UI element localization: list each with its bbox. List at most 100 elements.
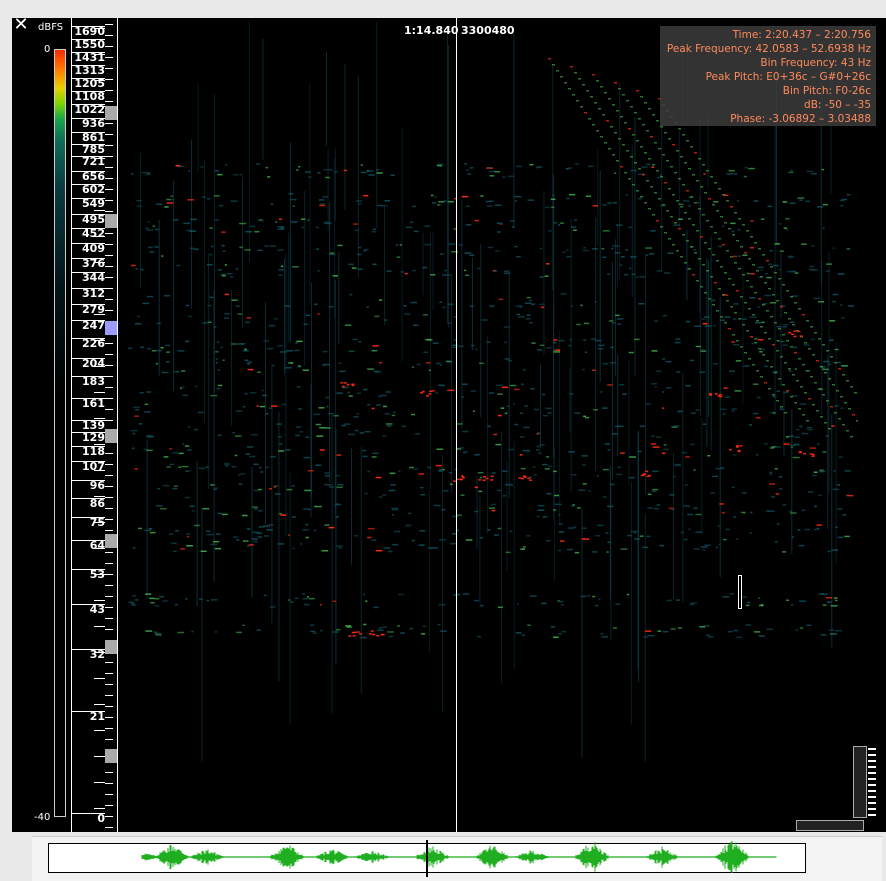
spectrogram-cell bbox=[548, 230, 552, 232]
colorbar-unit-label: dBFS bbox=[38, 22, 64, 33]
spectrogram-cell bbox=[801, 432, 809, 435]
spectrogram-cell bbox=[764, 443, 768, 445]
spectrogram-view[interactable]: 1:14.840 3300480 bbox=[118, 18, 858, 832]
spectrogram-cell bbox=[623, 273, 629, 276]
spectrogram-cell bbox=[700, 186, 703, 188]
spectrogram-cell bbox=[284, 305, 291, 307]
spectrogram-cell bbox=[740, 511, 746, 514]
spectrogram-cell bbox=[315, 423, 322, 426]
spectrogram-cell bbox=[529, 163, 534, 166]
spectrogram-cell bbox=[142, 302, 150, 305]
spectrogram-cell bbox=[846, 248, 851, 250]
spectrogram-cell bbox=[632, 134, 635, 136]
spectrogram-cell bbox=[795, 629, 799, 631]
spectrogram-cell bbox=[722, 244, 725, 246]
spectrogram-cell bbox=[357, 268, 363, 270]
spectrogram-cell bbox=[614, 252, 621, 254]
spectrogram-cell bbox=[326, 405, 329, 408]
piano-key-divider bbox=[105, 629, 113, 630]
spectrogram-cell bbox=[242, 624, 245, 627]
spectrogram-cell bbox=[242, 350, 249, 352]
spectrogram-cell bbox=[706, 634, 710, 636]
spectrogram-cell bbox=[286, 350, 293, 352]
selection-marker[interactable] bbox=[738, 575, 742, 609]
spectrogram-cell bbox=[651, 443, 656, 445]
spectrogram-cell bbox=[701, 417, 703, 535]
spectrogram-cell bbox=[356, 253, 362, 256]
spectrogram-cell bbox=[682, 200, 690, 202]
spectrogram-cell bbox=[615, 473, 623, 476]
spectrogram-cell bbox=[445, 360, 451, 363]
spectrogram-cell bbox=[652, 114, 655, 116]
spectrogram-cell bbox=[796, 428, 800, 431]
spectrogram-cell bbox=[465, 539, 473, 541]
waveform-overview[interactable] bbox=[32, 836, 882, 881]
spectrogram-cell bbox=[439, 538, 446, 541]
spectrogram-cell bbox=[213, 488, 217, 490]
spectrogram-cell bbox=[367, 470, 371, 473]
spectrogram-cell bbox=[409, 466, 414, 469]
spectrogram-cell bbox=[591, 551, 598, 553]
spectrogram-cell bbox=[811, 455, 815, 457]
spectrogram-cell bbox=[444, 269, 447, 272]
vertical-zoom-scrollbar[interactable] bbox=[853, 746, 867, 818]
spectrogram-cell bbox=[664, 182, 667, 184]
playhead-cursor[interactable] bbox=[456, 18, 457, 832]
spectrogram-cell bbox=[363, 593, 366, 596]
spectrogram-cell bbox=[319, 426, 327, 429]
spectrogram-cell bbox=[803, 452, 807, 455]
spectrogram-cell bbox=[545, 407, 552, 410]
spectrogram-cell bbox=[155, 228, 160, 231]
colorbar bbox=[54, 49, 66, 817]
spectrogram-cell bbox=[662, 391, 665, 393]
spectrogram-cell bbox=[307, 470, 314, 472]
spectrogram-cell bbox=[710, 492, 716, 494]
spectrogram-cell bbox=[788, 370, 792, 372]
vertical-zoom-grip[interactable] bbox=[868, 748, 876, 826]
horizontal-zoom-scrollbar[interactable] bbox=[796, 820, 864, 831]
spectrogram-cell bbox=[751, 342, 754, 345]
spectrogram-cell bbox=[732, 318, 737, 320]
spectrogram-cell bbox=[469, 167, 474, 169]
spectrogram-cell bbox=[493, 433, 498, 436]
spectrogram-cell bbox=[416, 363, 421, 366]
spectrogram-cell bbox=[759, 351, 763, 353]
spectrogram-cell bbox=[651, 490, 657, 493]
spectrogram-cell bbox=[704, 242, 707, 244]
spectrogram-cell bbox=[399, 244, 403, 246]
spectrogram-cell bbox=[246, 528, 251, 530]
spectrogram-cell bbox=[332, 275, 338, 277]
spectrogram-cell bbox=[198, 467, 206, 470]
spectrogram-cell bbox=[646, 130, 649, 132]
piano-key-divider bbox=[105, 706, 113, 707]
info-panel: Time: 2:20.437 – 2:20.756 Peak Frequency… bbox=[660, 26, 876, 126]
spectrogram-cell bbox=[169, 447, 172, 450]
spectrogram-cell bbox=[487, 529, 491, 531]
spectrogram-cell bbox=[756, 306, 760, 308]
spectrogram-cell bbox=[210, 394, 218, 397]
spectrogram-cell bbox=[706, 170, 709, 172]
spectrogram-cell bbox=[358, 341, 362, 343]
spectrogram-cell bbox=[622, 393, 628, 395]
close-icon[interactable]: ✕ bbox=[12, 16, 30, 34]
cursor-sample-readout: 3300480 bbox=[461, 24, 515, 37]
spectrogram-cell bbox=[318, 199, 325, 201]
spectrogram-cell bbox=[570, 66, 573, 68]
spectrogram-cell bbox=[816, 527, 820, 530]
spectrogram-cell bbox=[145, 630, 153, 632]
spectrogram-cell bbox=[303, 508, 308, 510]
spectrogram-cell bbox=[770, 266, 773, 268]
spectrogram-cell bbox=[742, 324, 745, 326]
spectrogram-cell bbox=[182, 386, 185, 388]
spectrogram-cell bbox=[735, 538, 739, 540]
spectrogram-cell bbox=[676, 150, 679, 152]
spectrogram-cell bbox=[418, 473, 425, 475]
spectrogram-cell bbox=[616, 318, 624, 320]
spectrogram-cell bbox=[210, 543, 218, 546]
spectrogram-cell bbox=[732, 486, 735, 489]
spectrogram-cell bbox=[209, 227, 213, 229]
spectrogram-cell bbox=[842, 374, 845, 376]
spectrogram-cell bbox=[734, 212, 737, 214]
spectrogram-cell bbox=[715, 546, 719, 549]
spectrogram-cell bbox=[514, 388, 520, 391]
